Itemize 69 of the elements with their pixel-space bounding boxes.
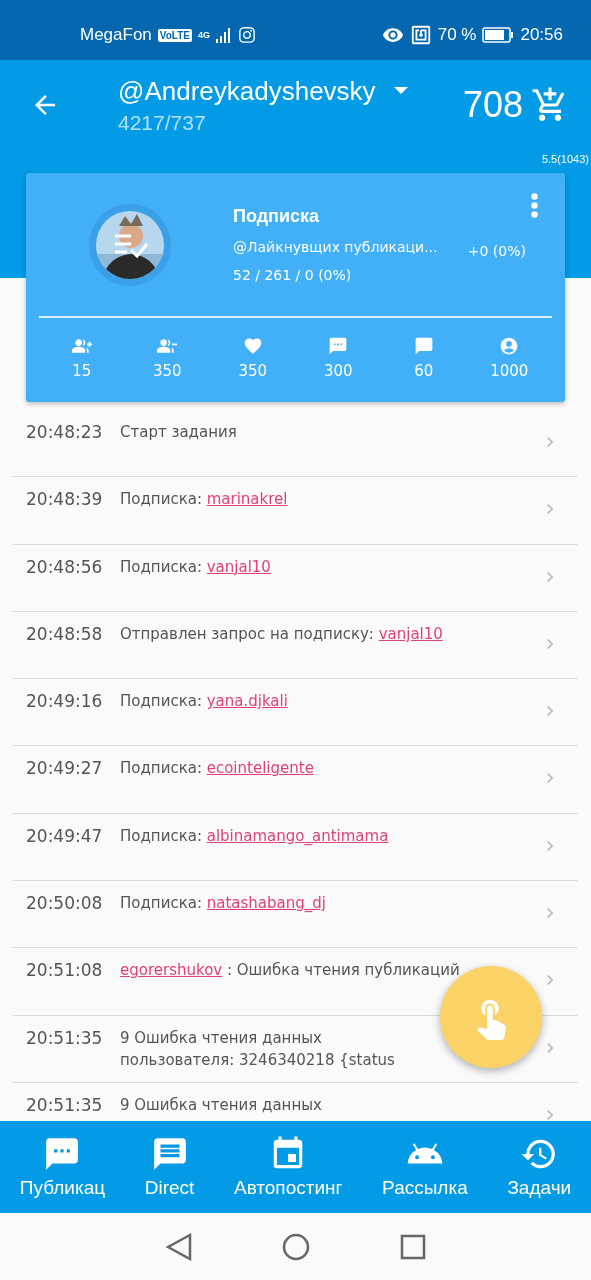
log-time: 20:51:08 xyxy=(26,960,104,981)
network-type: 4G xyxy=(198,30,211,40)
caret-icon xyxy=(393,86,408,94)
log-message: Подписка: vanjal10 xyxy=(120,556,271,578)
chat-bubble-icon xyxy=(413,336,434,356)
add-people-icon xyxy=(71,336,92,356)
stat-value: 1000 xyxy=(490,362,529,380)
task-title: Подписка xyxy=(233,206,321,227)
version-label: 5.5(1043) xyxy=(541,152,590,165)
back-nav-icon[interactable] xyxy=(165,1232,192,1261)
log-time: 20:49:16 xyxy=(26,691,104,712)
log-message: Старт задания xyxy=(120,422,237,443)
log-time: 20:50:08 xyxy=(26,893,104,914)
log-message: Подписка: ecointeligente xyxy=(120,758,314,780)
username-link[interactable]: vanjal10 xyxy=(378,624,443,643)
log-message: 9 Ошибка чтения данных xyxy=(120,1094,322,1116)
stat-value: 350 xyxy=(152,362,182,380)
carrier-name: MegaFon xyxy=(80,25,152,45)
stat-value: 350 xyxy=(238,362,268,380)
username-link[interactable]: egorershukov xyxy=(120,961,223,980)
nav-tab[interactable]: Задачи xyxy=(505,1129,574,1205)
task-delta: +0 (0%) xyxy=(467,243,526,259)
instagram-icon xyxy=(238,26,257,44)
dropdown-button[interactable] xyxy=(393,86,408,94)
more-icon xyxy=(531,193,538,218)
signal-icon xyxy=(216,27,233,43)
log-time: 20:51:35 xyxy=(26,1027,104,1048)
username-link[interactable]: ecointeligente xyxy=(206,759,314,778)
account-name: @Andreykadyshevsky xyxy=(118,75,376,107)
log-time: 20:49:47 xyxy=(26,825,104,846)
clock: 20:56 xyxy=(520,25,563,45)
balance: 708 xyxy=(462,84,523,126)
nfc-icon xyxy=(409,24,432,46)
chat-dots-icon xyxy=(328,336,349,356)
nav-tab[interactable]: Автопостинг xyxy=(231,1129,345,1205)
heart-icon xyxy=(242,336,263,356)
username-link[interactable]: vanjal10 xyxy=(206,557,271,576)
log-time: 20:48:56 xyxy=(26,556,104,577)
remove-people-icon xyxy=(157,336,178,356)
account-counts: 4217/737 xyxy=(118,110,207,135)
home-nav-icon[interactable] xyxy=(281,1232,310,1261)
battery-icon xyxy=(482,27,515,43)
log-message: Отправлен запрос на подписку: vanjal10 xyxy=(120,623,443,645)
log-message: 9 Ошибка чтения данных пользователя: 3246340218 {status xyxy=(120,1027,396,1072)
log-message: Подписка: marinakrel xyxy=(120,489,288,511)
nav-tab[interactable]: Публикац xyxy=(17,1129,108,1205)
username-link[interactable]: albinamango_antimama xyxy=(206,826,389,845)
stat-value: 15 xyxy=(72,362,92,380)
log-message: Подписка: yana.djkali xyxy=(120,691,288,713)
log-message: Подписка: natashabang_dj xyxy=(120,893,326,915)
more-button[interactable] xyxy=(531,193,538,218)
stat-value: 300 xyxy=(323,362,353,380)
username-link[interactable]: natashabang_dj xyxy=(206,894,326,913)
log-time: 20:48:23 xyxy=(26,422,104,442)
log-message: Подписка: albinamango_antimama xyxy=(120,825,389,847)
nav-tab[interactable]: Direct xyxy=(142,1129,197,1205)
log-time: 20:49:27 xyxy=(26,758,104,779)
task-source: @Лайкнувщих публикаци... xyxy=(233,239,438,255)
log-time: 20:48:39 xyxy=(26,489,104,510)
volte-indicator: VoLTE xyxy=(157,28,192,42)
log-time: 20:51:35 xyxy=(26,1094,104,1115)
username-link[interactable]: marinakrel xyxy=(206,490,288,509)
battery-percent: 70 % xyxy=(437,25,477,45)
nav-tab[interactable]: Рассылка xyxy=(380,1129,470,1205)
log-message: egorershukov : Ошибка чтения публикаций xyxy=(120,960,460,982)
username-link[interactable]: yana.djkali xyxy=(206,692,288,711)
recents-nav-icon[interactable] xyxy=(399,1233,426,1260)
stat-value: 60 xyxy=(414,362,434,380)
log-time: 20:48:58 xyxy=(26,623,104,644)
